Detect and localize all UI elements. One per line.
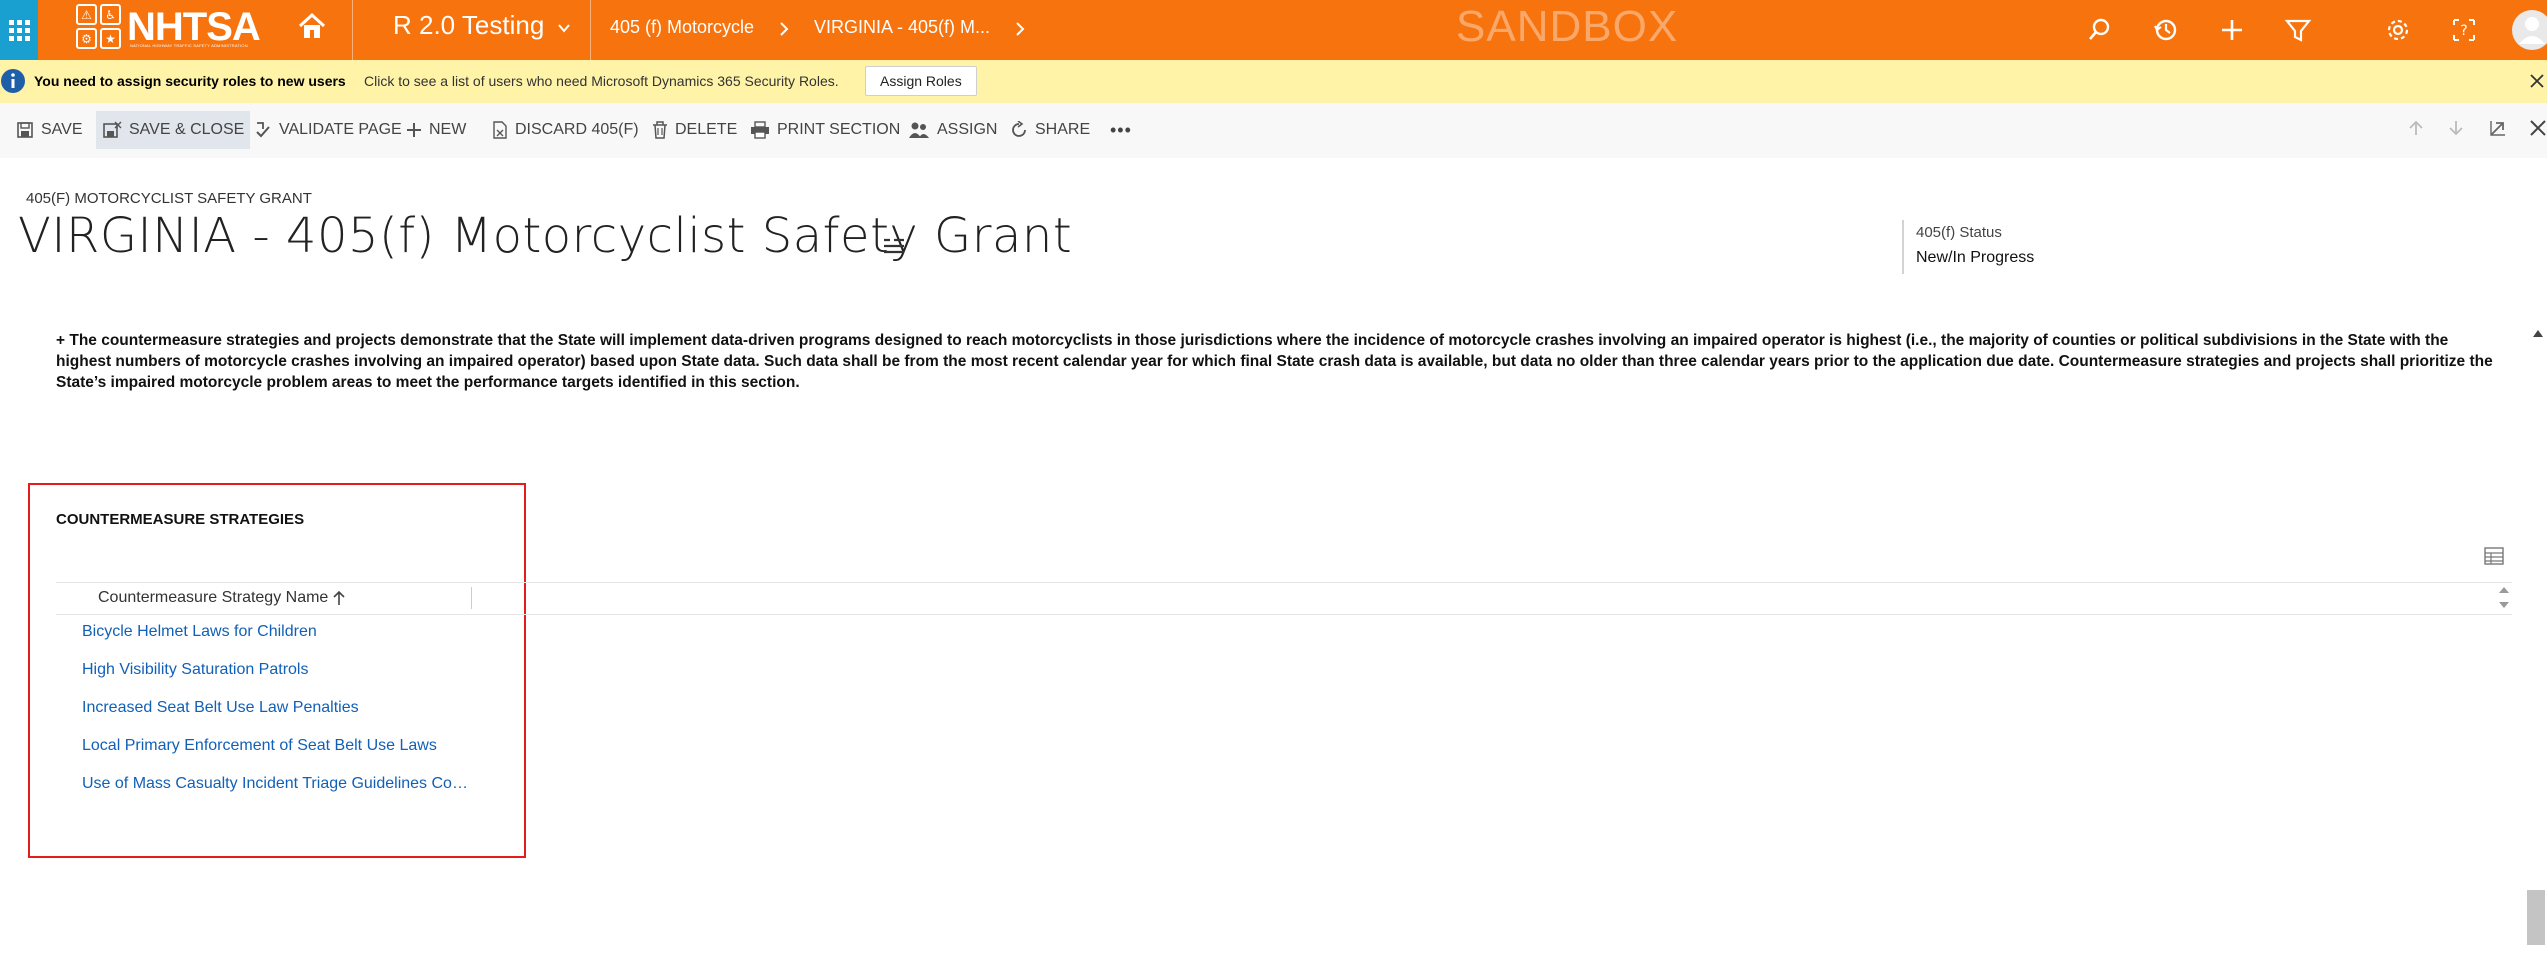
chevron-right-icon[interactable] bbox=[1014, 21, 1026, 37]
print-section-label: PRINT SECTION bbox=[777, 121, 901, 138]
sandbox-watermark: SANDBOX bbox=[1456, 2, 1679, 51]
scroll-up-icon[interactable] bbox=[2497, 585, 2511, 595]
page-scroll-up-icon[interactable] bbox=[2531, 327, 2545, 339]
close-icon[interactable] bbox=[2528, 72, 2546, 90]
new-record-icon[interactable] bbox=[2218, 16, 2246, 44]
status-label: 405(f) Status bbox=[1916, 224, 2002, 241]
strategy-row-link[interactable]: Use of Mass Casualty Incident Triage Gui… bbox=[82, 775, 472, 793]
print-section-button[interactable]: PRINT SECTION bbox=[750, 111, 900, 149]
assign-roles-button[interactable]: Assign Roles bbox=[865, 66, 977, 96]
strategy-row-link[interactable]: Increased Seat Belt Use Law Penalties bbox=[82, 699, 359, 717]
scroll-down-icon[interactable] bbox=[2497, 600, 2511, 610]
svg-text:?: ? bbox=[2460, 23, 2467, 39]
form-selector-icon[interactable] bbox=[882, 234, 906, 258]
validate-page-button[interactable]: VALIDATE PAGE bbox=[254, 111, 402, 149]
grid-view-icon[interactable] bbox=[2483, 545, 2505, 567]
save-close-icon bbox=[103, 121, 122, 138]
entity-type-label: 405(F) MOTORCYCLIST SAFETY GRANT bbox=[26, 190, 312, 207]
nav-divider bbox=[590, 0, 591, 60]
home-icon[interactable] bbox=[296, 10, 328, 42]
new-button[interactable]: NEW bbox=[406, 111, 466, 149]
help-icon[interactable]: ? bbox=[2450, 16, 2478, 44]
save-icon bbox=[17, 122, 33, 138]
recent-history-icon[interactable] bbox=[2152, 16, 2180, 44]
close-form-icon[interactable] bbox=[2528, 118, 2547, 138]
sort-ascending-icon bbox=[333, 590, 345, 605]
discard-label: DISCARD 405(F) bbox=[515, 121, 639, 138]
command-bar: SAVE SAVE & CLOSE VALIDATE PAGE NEW DISC… bbox=[0, 103, 2547, 158]
status-value: New/In Progress bbox=[1916, 249, 2035, 266]
discard-button[interactable]: DISCARD 405(F) bbox=[492, 111, 639, 149]
save-label: SAVE bbox=[41, 121, 83, 138]
validate-icon bbox=[256, 122, 270, 138]
print-icon bbox=[751, 121, 769, 139]
pop-out-icon[interactable] bbox=[2488, 118, 2508, 138]
strategy-row-link[interactable]: Local Primary Enforcement of Seat Belt U… bbox=[82, 737, 437, 755]
breadcrumb-area[interactable]: 405 (f) Motorcycle bbox=[610, 17, 754, 38]
column-header-strategy-name[interactable]: Countermeasure Strategy Name bbox=[98, 589, 346, 607]
record-title: VIRGINIA - 405(f) Motorcyclist Safety Gr… bbox=[18, 208, 1073, 264]
advanced-find-filter-icon[interactable] bbox=[2284, 16, 2312, 44]
notification-message[interactable]: Click to see a list of users who need Mi… bbox=[364, 73, 839, 89]
plus-icon bbox=[407, 123, 421, 137]
chevron-down-icon[interactable] bbox=[556, 20, 572, 36]
subgrid-header: Countermeasure Strategy Name bbox=[56, 582, 2512, 615]
column-header-label: Countermeasure Strategy Name bbox=[98, 589, 329, 606]
notification-title: You need to assign security roles to new… bbox=[34, 73, 346, 89]
share-button[interactable]: SHARE bbox=[1010, 111, 1090, 149]
save-close-label: SAVE & CLOSE bbox=[129, 121, 245, 138]
app-launcher-icon[interactable] bbox=[0, 0, 38, 60]
assign-button[interactable]: ASSIGN bbox=[908, 111, 997, 149]
save-close-button[interactable]: SAVE & CLOSE bbox=[96, 111, 251, 149]
breadcrumb-record[interactable]: VIRGINIA - 405(f) M... bbox=[814, 17, 990, 38]
assign-label: ASSIGN bbox=[937, 121, 998, 138]
discard-icon bbox=[493, 121, 507, 139]
next-record-icon[interactable] bbox=[2446, 118, 2466, 138]
header-status-field: 405(f) Status New/In Progress bbox=[1902, 220, 2042, 274]
requirement-description: + The countermeasure strategies and proj… bbox=[56, 332, 2493, 391]
previous-record-icon[interactable] bbox=[2406, 118, 2426, 138]
share-icon bbox=[1012, 121, 1026, 137]
logo-text: NHTSA bbox=[127, 4, 261, 49]
share-label: SHARE bbox=[1035, 121, 1091, 138]
validate-page-label: VALIDATE PAGE bbox=[279, 121, 402, 138]
logo-subtext: NATIONAL HIGHWAY TRAFFIC SAFETY ADMINIST… bbox=[130, 43, 248, 48]
delete-button[interactable]: DELETE bbox=[652, 111, 737, 149]
save-button[interactable]: SAVE bbox=[16, 111, 83, 149]
new-label: NEW bbox=[429, 121, 467, 138]
page-scrollbar-thumb[interactable] bbox=[2527, 890, 2545, 945]
search-icon[interactable] bbox=[2086, 16, 2114, 44]
top-navigation-bar: ⚠ ♿ ⚙ ★ NHTSA NATIONAL HIGHWAY TRAFFIC SAFE… bbox=[0, 0, 2547, 60]
nav-divider bbox=[352, 0, 353, 60]
user-avatar-icon[interactable] bbox=[2510, 6, 2547, 54]
assign-users-icon bbox=[909, 122, 929, 138]
strategy-row-link[interactable]: Bicycle Helmet Laws for Children bbox=[82, 623, 317, 641]
strategy-row-link[interactable]: High Visibility Saturation Patrols bbox=[82, 661, 308, 679]
info-icon bbox=[1, 69, 25, 93]
column-separator[interactable] bbox=[471, 587, 472, 609]
notification-bar: You need to assign security roles to new… bbox=[0, 60, 2547, 103]
delete-label: DELETE bbox=[675, 121, 738, 138]
chevron-right-icon bbox=[780, 22, 789, 36]
more-commands-button[interactable]: ••• bbox=[1110, 111, 1132, 149]
app-name[interactable]: R 2.0 Testing bbox=[393, 10, 544, 41]
section-title: COUNTERMEASURE STRATEGIES bbox=[56, 511, 305, 528]
settings-gear-icon[interactable] bbox=[2384, 16, 2412, 44]
logo-tiles-icon: ⚠ ♿ ⚙ ★ bbox=[76, 4, 121, 49]
trash-icon bbox=[653, 121, 667, 139]
